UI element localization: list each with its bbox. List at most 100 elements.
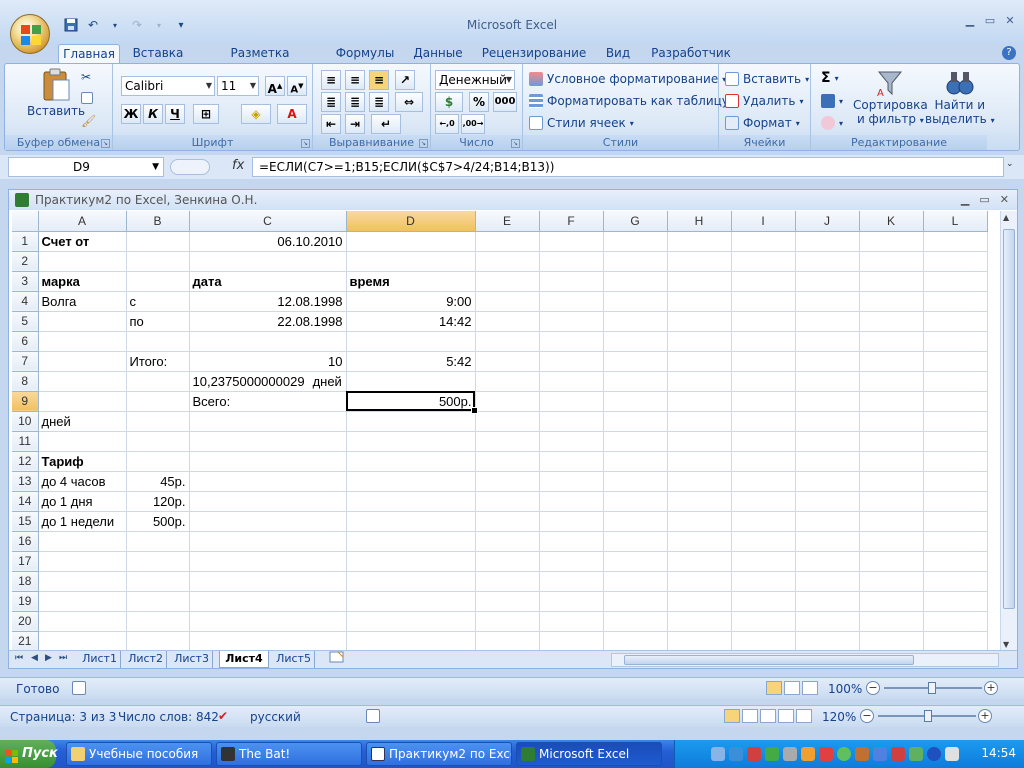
- cell-a13[interactable]: до 4 часов: [38, 471, 127, 492]
- cell-empty[interactable]: [859, 431, 924, 452]
- tray-icon[interactable]: [855, 747, 869, 761]
- cell-empty[interactable]: [795, 331, 860, 352]
- decrease-indent-icon[interactable]: ⇤: [321, 114, 341, 134]
- cell-c21[interactable]: [189, 631, 347, 651]
- task-excel[interactable]: Microsoft Excel: [516, 742, 662, 766]
- cell-empty[interactable]: [795, 411, 860, 432]
- word-zoom-level[interactable]: 120%: [822, 710, 856, 724]
- fill-color-icon[interactable]: ◈: [241, 104, 271, 124]
- wrap-text-icon[interactable]: ↵: [371, 114, 401, 134]
- cell-d7[interactable]: 5:42: [346, 351, 476, 372]
- formula-divider-handle[interactable]: [170, 159, 210, 175]
- row-header[interactable]: 2: [12, 251, 39, 272]
- column-header[interactable]: A: [38, 211, 127, 232]
- row-header[interactable]: 14: [12, 491, 39, 512]
- cell-d1[interactable]: [346, 231, 476, 252]
- cell-c14[interactable]: [189, 491, 347, 512]
- autosum-button[interactable]: Σ ▾: [821, 70, 839, 86]
- cell-empty[interactable]: [859, 411, 924, 432]
- cell-b15[interactable]: 500р.: [126, 511, 190, 532]
- tray-icon[interactable]: [891, 747, 905, 761]
- cell-b1[interactable]: [126, 231, 190, 252]
- cell-empty[interactable]: [923, 631, 988, 651]
- cell-empty[interactable]: [603, 411, 668, 432]
- format-cells-button[interactable]: Формат ▾: [725, 116, 800, 130]
- cell-c15[interactable]: [189, 511, 347, 532]
- row-header[interactable]: 9: [12, 391, 39, 412]
- cell-b17[interactable]: [126, 551, 190, 572]
- cell-a16[interactable]: [38, 531, 127, 552]
- cell-empty[interactable]: [603, 571, 668, 592]
- normal-view-icon[interactable]: [766, 681, 782, 695]
- cell-empty[interactable]: [603, 311, 668, 332]
- cell-d15[interactable]: [346, 511, 476, 532]
- cell-empty[interactable]: [731, 231, 796, 252]
- cell-empty[interactable]: [539, 371, 604, 392]
- macro-icon[interactable]: [366, 709, 380, 726]
- tab-home[interactable]: Главная: [58, 44, 120, 64]
- cell-empty[interactable]: [603, 511, 668, 532]
- row-header[interactable]: 11: [12, 431, 39, 452]
- cell-empty[interactable]: [475, 471, 540, 492]
- minimize-icon[interactable]: ▁: [961, 190, 969, 210]
- row-header[interactable]: 7: [12, 351, 39, 372]
- cell-c19[interactable]: [189, 591, 347, 612]
- cell-empty[interactable]: [795, 231, 860, 252]
- cell-empty[interactable]: [795, 371, 860, 392]
- cell-empty[interactable]: [475, 611, 540, 632]
- cell-empty[interactable]: [475, 291, 540, 312]
- cell-empty[interactable]: [475, 631, 540, 651]
- cell-b7[interactable]: Итого:: [126, 351, 190, 372]
- cell-a4[interactable]: Волга: [38, 291, 127, 312]
- cell-empty[interactable]: [667, 631, 732, 651]
- cell-d4[interactable]: 9:00: [346, 291, 476, 312]
- cell-empty[interactable]: [475, 371, 540, 392]
- cell-empty[interactable]: [859, 451, 924, 472]
- borders-icon[interactable]: ⊞: [193, 104, 219, 124]
- tray-icon[interactable]: [711, 747, 725, 761]
- zoom-slider-knob[interactable]: [928, 682, 936, 694]
- cell-styles-button[interactable]: Стили ячеек ▾: [529, 116, 634, 130]
- cell-empty[interactable]: [475, 411, 540, 432]
- cell-empty[interactable]: [923, 411, 988, 432]
- select-all-corner[interactable]: [12, 211, 39, 232]
- cell-empty[interactable]: [731, 311, 796, 332]
- increase-decimal-icon[interactable]: ←,0: [435, 114, 459, 134]
- cell-empty[interactable]: [923, 331, 988, 352]
- cell-empty[interactable]: [795, 251, 860, 272]
- cell-empty[interactable]: [923, 231, 988, 252]
- cell-b12[interactable]: [126, 451, 190, 472]
- zoom-slider-knob[interactable]: [924, 710, 932, 722]
- sort-filter-button[interactable]: A Сортировка и фильтр ▾: [853, 68, 928, 126]
- cell-empty[interactable]: [667, 371, 732, 392]
- cell-empty[interactable]: [603, 531, 668, 552]
- cell-a1[interactable]: Счет от: [38, 231, 127, 252]
- cell-d10[interactable]: [346, 411, 476, 432]
- tab-review[interactable]: Рецензирование: [480, 44, 588, 64]
- cell-empty[interactable]: [859, 311, 924, 332]
- cell-d16[interactable]: [346, 531, 476, 552]
- cell-empty[interactable]: [795, 611, 860, 632]
- cell-empty[interactable]: [667, 231, 732, 252]
- format-painter-icon[interactable]: 🖌: [81, 114, 96, 128]
- cell-a15[interactable]: до 1 недели: [38, 511, 127, 532]
- clock[interactable]: 14:54: [981, 746, 1016, 760]
- cell-empty[interactable]: [667, 271, 732, 292]
- cell-b4[interactable]: с: [126, 291, 190, 312]
- cell-c20[interactable]: [189, 611, 347, 632]
- cell-empty[interactable]: [859, 371, 924, 392]
- cell-a7[interactable]: [38, 351, 127, 372]
- cell-empty[interactable]: [731, 551, 796, 572]
- cell-empty[interactable]: [923, 451, 988, 472]
- tray-icon[interactable]: [945, 747, 959, 761]
- cell-empty[interactable]: [795, 511, 860, 532]
- cell-c7[interactable]: 10: [189, 351, 347, 372]
- cell-empty[interactable]: [795, 311, 860, 332]
- cell-empty[interactable]: [603, 551, 668, 572]
- cell-empty[interactable]: [859, 471, 924, 492]
- cell-a18[interactable]: [38, 571, 127, 592]
- align-middle-icon[interactable]: ≡: [345, 70, 365, 90]
- cell-empty[interactable]: [923, 351, 988, 372]
- shrink-font-icon[interactable]: A▼: [287, 76, 307, 96]
- cell-c6[interactable]: [189, 331, 347, 352]
